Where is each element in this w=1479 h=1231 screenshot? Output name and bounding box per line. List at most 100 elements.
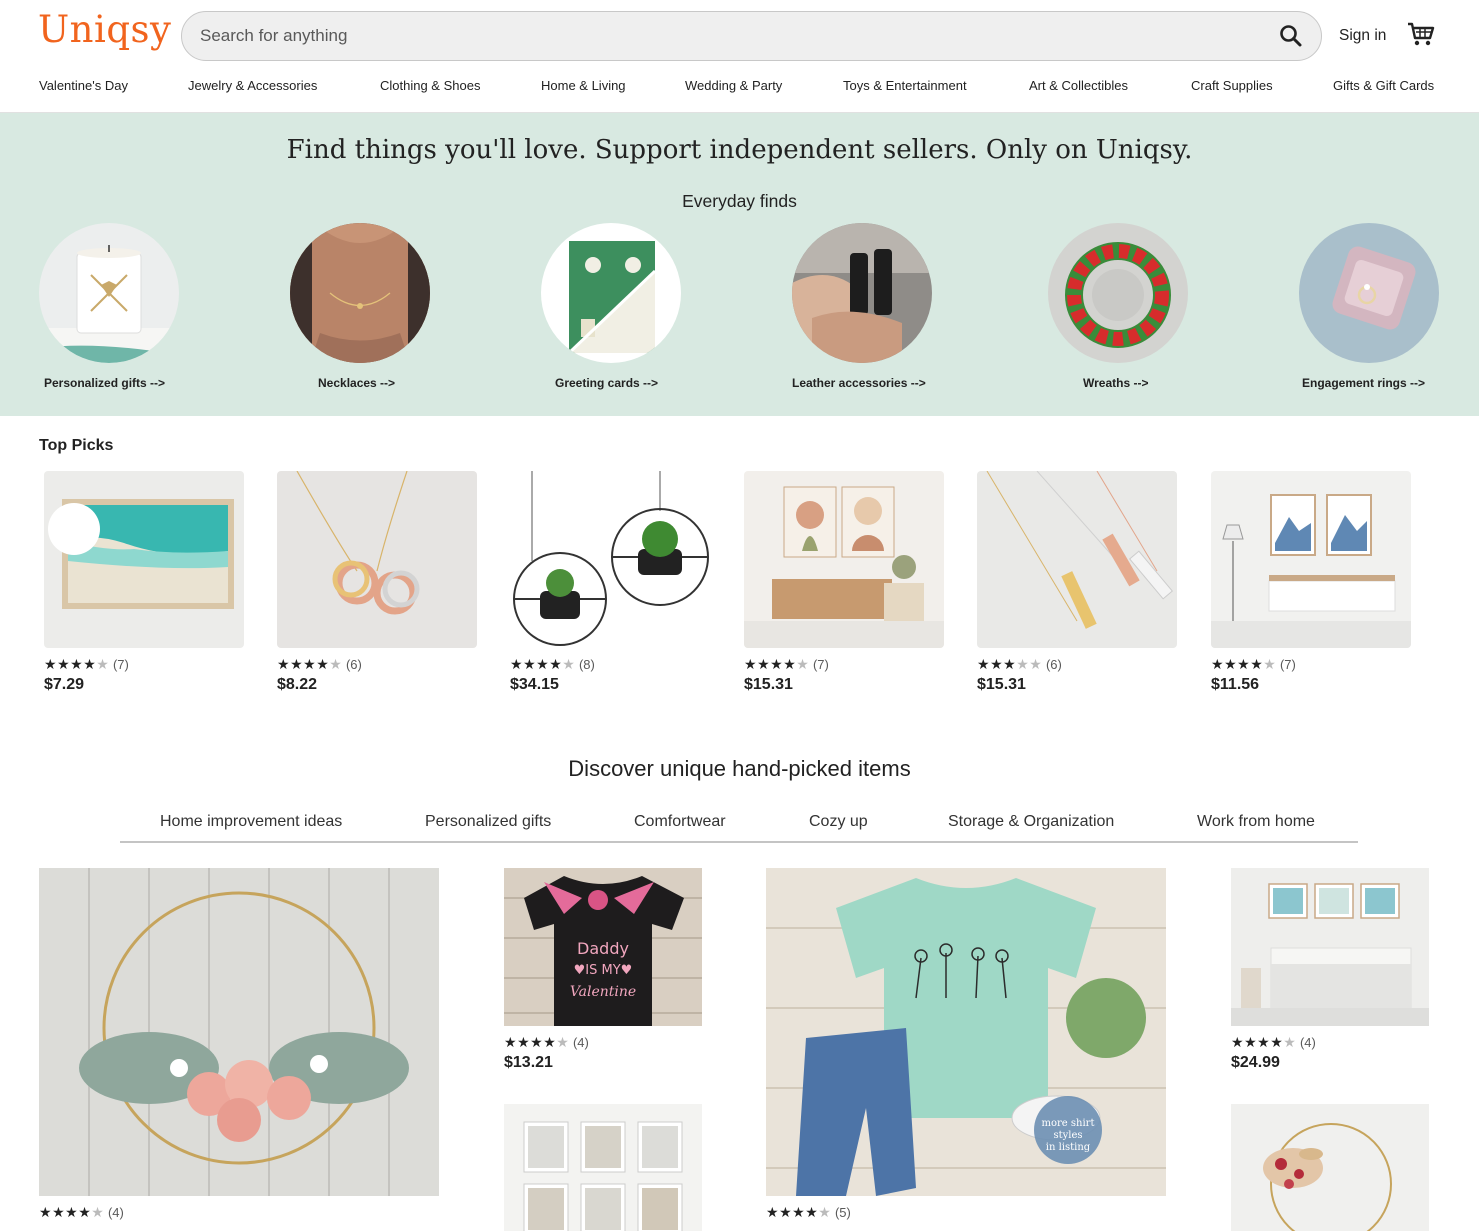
price: $15.31 [977, 676, 1026, 693]
category-link[interactable]: Art & Collectibles [1029, 78, 1128, 93]
category-nav: Valentine's Day Jewelry & Accessories Cl… [0, 78, 1479, 98]
star-filled-icon: ★ [510, 656, 524, 672]
star-rating: ★★★★★ [44, 656, 109, 672]
hero-banner: Find things you'll love. Support indepen… [0, 113, 1479, 416]
price: $34.15 [510, 676, 559, 693]
rating: ★★★★★ (4) [504, 1034, 702, 1051]
tab-comfortwear[interactable]: Comfortwear [634, 813, 726, 831]
discover-card[interactable] [1231, 1104, 1429, 1231]
discover-card[interactable]: Daddy ♥IS MY♥ Valentine ★★★★★ (4) $13.21 [504, 868, 702, 1072]
everyday-find-label: Wreaths --> [1083, 376, 1149, 390]
category-link[interactable]: Valentine's Day [39, 78, 128, 93]
star-empty-icon: ★ [818, 1204, 832, 1220]
candle-image [39, 223, 179, 363]
star-filled-icon: ★ [78, 1204, 92, 1220]
rating: ★★★★★ (8) [510, 656, 710, 673]
star-rating: ★★★★★ [744, 656, 809, 672]
everyday-find-greeting-cards[interactable]: Greeting cards --> [541, 223, 721, 390]
top-pick-card[interactable]: ★★★★★ (7) $11.56 [1211, 471, 1411, 694]
top-pick-card[interactable]: ★★★★★ (6) $15.31 [977, 471, 1177, 694]
price: $24.99 [1231, 1054, 1280, 1071]
star-filled-icon: ★ [977, 656, 991, 672]
necklace-image [290, 223, 430, 363]
rating: ★★★★★ (6) [277, 656, 477, 673]
star-rating: ★★★★★ [977, 656, 1042, 672]
star-filled-icon: ★ [770, 656, 784, 672]
star-empty-icon: ★ [562, 656, 576, 672]
svg-text:in listing: in listing [1046, 1142, 1091, 1153]
review-count: (8) [578, 657, 595, 672]
star-filled-icon: ★ [549, 656, 563, 672]
star-filled-icon: ★ [779, 1204, 793, 1220]
review-count: (6) [345, 657, 362, 672]
star-filled-icon: ★ [757, 656, 771, 672]
category-link[interactable]: Wedding & Party [685, 78, 782, 93]
star-filled-icon: ★ [1250, 656, 1264, 672]
ring-box-image [1299, 223, 1439, 363]
category-link[interactable]: Toys & Entertainment [843, 78, 967, 93]
cart-icon[interactable] [1406, 20, 1436, 48]
top-pick-card[interactable]: ★★★★★ (6) $8.22 [277, 471, 477, 694]
star-filled-icon: ★ [543, 1034, 557, 1050]
everyday-find-leather-accessories[interactable]: Leather accessories --> [792, 223, 972, 390]
sign-in-link[interactable]: Sign in [1339, 27, 1386, 45]
price: $15.31 [744, 676, 793, 693]
discover-card[interactable] [504, 1104, 702, 1231]
tab-storage-organization[interactable]: Storage & Organization [948, 813, 1114, 831]
discover-card[interactable]: ★★★★★ (4) [39, 868, 439, 1224]
search-input[interactable] [200, 12, 1260, 59]
star-empty-icon: ★ [1263, 656, 1277, 672]
tab-home-improvement[interactable]: Home improvement ideas [160, 813, 342, 831]
top-pick-card[interactable]: ★★★★★ (7) $7.29 [44, 471, 244, 694]
category-link[interactable]: Jewelry & Accessories [188, 78, 317, 93]
rating: ★★★★★ (7) [744, 656, 944, 673]
star-empty-icon: ★ [96, 656, 110, 672]
valentine-onesie-image: Daddy ♥IS MY♥ Valentine [504, 868, 702, 1026]
svg-text:♥IS MY♥: ♥IS MY♥ [574, 963, 633, 978]
star-filled-icon: ★ [52, 1204, 66, 1220]
tab-work-from-home[interactable]: Work from home [1197, 813, 1315, 831]
beach-print-image [44, 471, 244, 648]
beach-prints-image [504, 1104, 702, 1231]
category-link[interactable]: Home & Living [541, 78, 626, 93]
everyday-find-wreaths[interactable]: Wreaths --> [1048, 223, 1228, 390]
everyday-find-necklaces[interactable]: Necklaces --> [290, 223, 470, 390]
star-rating: ★★★★★ [277, 656, 342, 672]
star-rating: ★★★★★ [1231, 1034, 1296, 1050]
star-filled-icon: ★ [65, 1204, 79, 1220]
discover-card[interactable]: more shirt styles in listing ★★★★★ (5) [766, 868, 1166, 1224]
star-filled-icon: ★ [277, 656, 291, 672]
tab-cozy-up[interactable]: Cozy up [809, 813, 868, 831]
star-filled-icon: ★ [517, 1034, 531, 1050]
top-pick-card[interactable]: ★★★★★ (7) $15.31 [744, 471, 944, 694]
category-link[interactable]: Clothing & Shoes [380, 78, 480, 93]
star-filled-icon: ★ [1244, 1034, 1258, 1050]
svg-text:styles: styles [1053, 1130, 1082, 1141]
star-filled-icon: ★ [290, 656, 304, 672]
category-link[interactable]: Craft Supplies [1191, 78, 1273, 93]
review-count: (4) [1299, 1035, 1316, 1050]
star-filled-icon: ★ [523, 656, 537, 672]
top-pick-card[interactable]: ★★★★★ (8) $34.15 [510, 471, 710, 694]
rating: ★★★★★ (4) [39, 1204, 439, 1221]
discover-card[interactable]: ★★★★★ (4) $24.99 [1231, 868, 1429, 1072]
everyday-find-engagement-rings[interactable]: Engagement rings --> [1299, 223, 1479, 390]
dried-flower-hoop-image [1231, 1104, 1429, 1231]
rating: ★★★★★ (6) [977, 656, 1177, 673]
everyday-find-personalized-gifts[interactable]: Personalized gifts --> [39, 223, 219, 390]
star-filled-icon: ★ [504, 1034, 518, 1050]
rating: ★★★★★ (7) [44, 656, 244, 673]
tab-personalized-gifts[interactable]: Personalized gifts [425, 813, 551, 831]
everyday-find-label: Personalized gifts --> [44, 376, 166, 390]
discover-tabs: Home improvement ideas Personalized gift… [120, 808, 1358, 843]
site-logo[interactable]: Uniqsy [38, 8, 171, 51]
leather-keychain-image [792, 223, 932, 363]
price: $13.21 [504, 1054, 553, 1071]
search-icon[interactable] [1277, 22, 1305, 50]
price: $8.22 [277, 676, 318, 693]
category-link[interactable]: Gifts & Gift Cards [1333, 78, 1434, 93]
everyday-find-label: Leather accessories --> [792, 376, 926, 390]
tulip-wreath-image [1048, 223, 1188, 363]
review-count: (7) [112, 657, 129, 672]
star-rating: ★★★★★ [766, 1204, 831, 1220]
